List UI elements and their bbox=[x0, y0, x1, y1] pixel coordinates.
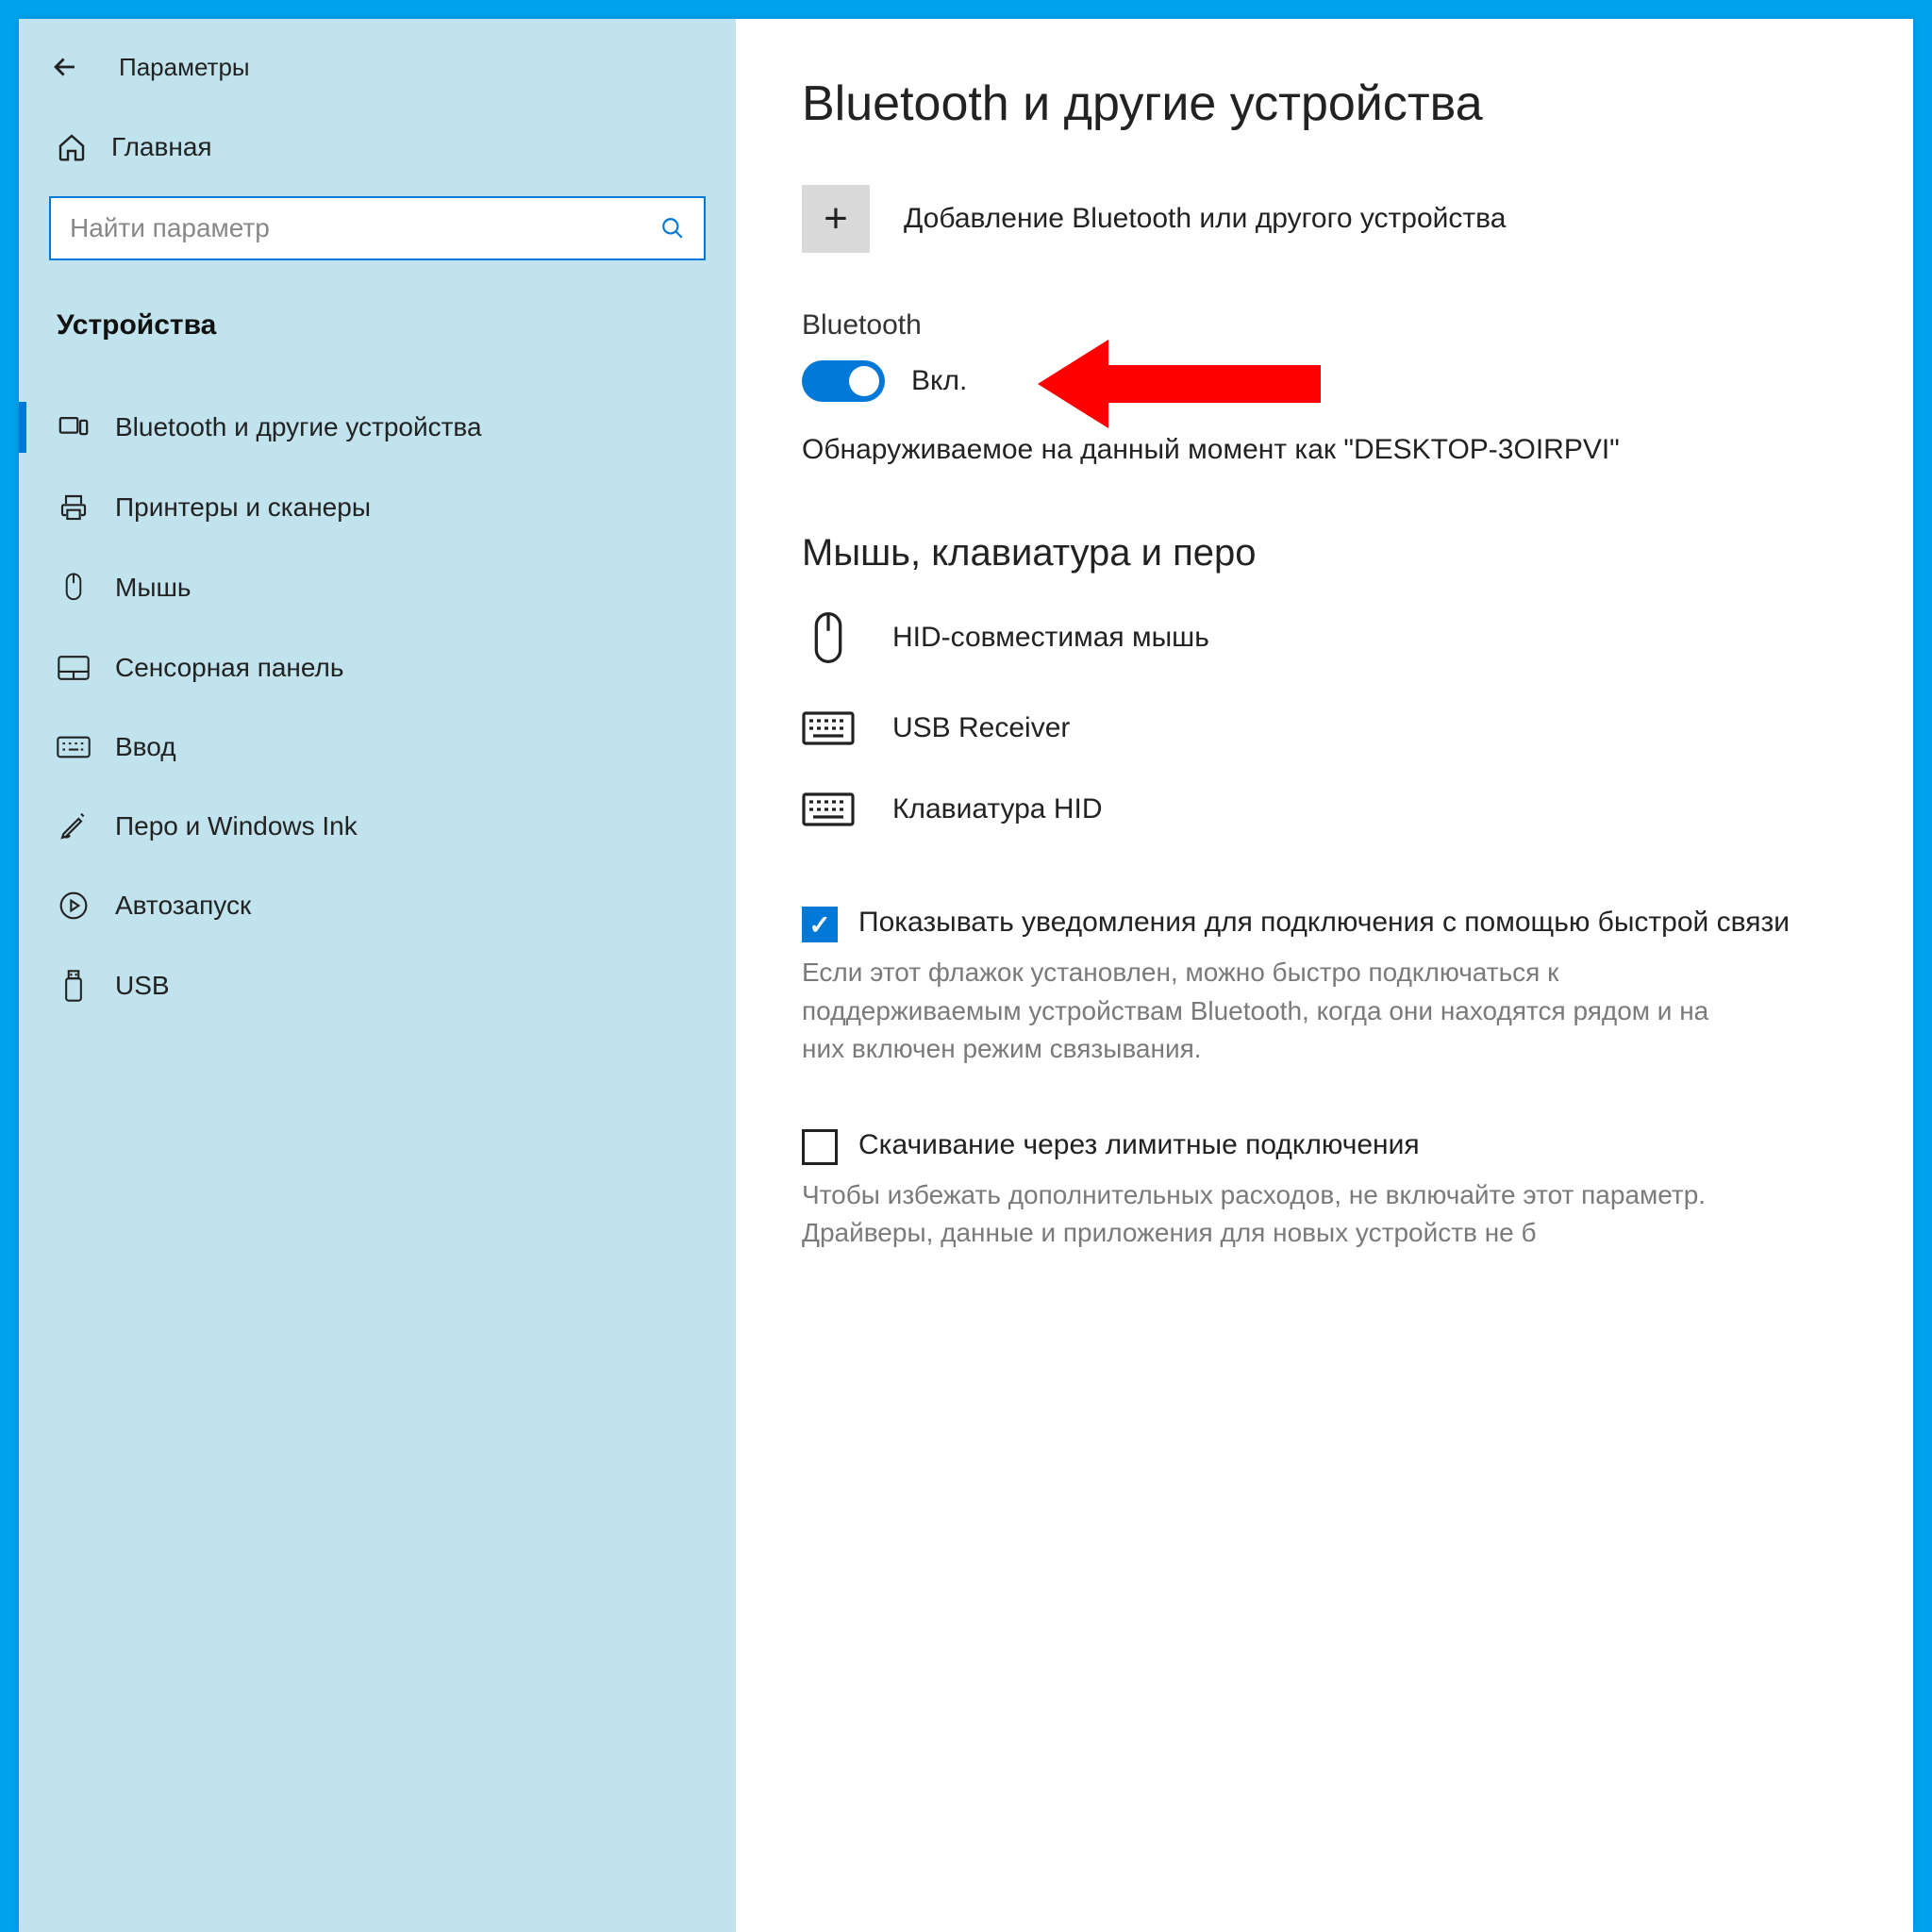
search-box[interactable] bbox=[49, 196, 706, 260]
autoplay-icon bbox=[57, 891, 91, 921]
swift-pair-row: Показывать уведомления для подключения с… bbox=[802, 903, 1857, 942]
printer-icon bbox=[57, 492, 91, 523]
touchpad-icon bbox=[57, 655, 91, 681]
mouse-icon bbox=[57, 572, 91, 604]
home-link[interactable]: Главная bbox=[57, 132, 706, 162]
metered-label: Скачивание через лимитные подключения bbox=[858, 1125, 1420, 1165]
sidebar-item-label: Ввод bbox=[115, 732, 176, 762]
sidebar-item-pen[interactable]: Перо и Windows Ink bbox=[19, 787, 706, 866]
back-button[interactable] bbox=[49, 51, 81, 83]
category-heading: Устройства bbox=[57, 309, 706, 341]
mouse-icon bbox=[802, 610, 855, 665]
device-row[interactable]: USB Receiver bbox=[802, 710, 1857, 746]
search-input[interactable] bbox=[70, 213, 660, 243]
sidebar-item-touchpad[interactable]: Сенсорная панель bbox=[19, 628, 706, 708]
sidebar-item-printers[interactable]: Принтеры и сканеры bbox=[19, 468, 706, 547]
metered-help: Чтобы избежать дополнительных расходов, … bbox=[802, 1176, 1726, 1253]
add-device-button[interactable]: + Добавление Bluetooth или другого устро… bbox=[802, 185, 1857, 253]
home-icon bbox=[57, 132, 87, 162]
sidebar-item-usb[interactable]: USB bbox=[19, 945, 706, 1026]
page-title: Bluetooth и другие устройства bbox=[802, 75, 1857, 132]
settings-window: Параметры Главная Устройства Bluetooth и… bbox=[19, 19, 1913, 1932]
metered-checkbox[interactable] bbox=[802, 1129, 838, 1165]
bluetooth-toggle[interactable] bbox=[802, 360, 885, 402]
keyboard-icon bbox=[802, 710, 855, 746]
search-icon bbox=[660, 216, 685, 241]
sidebar-item-label: Принтеры и сканеры bbox=[115, 492, 371, 523]
bluetooth-toggle-row: Вкл. bbox=[802, 360, 1857, 402]
window-header: Параметры bbox=[49, 51, 706, 83]
devices-icon bbox=[57, 411, 91, 443]
devices-heading: Мышь, клавиатура и перо bbox=[802, 532, 1857, 575]
home-label: Главная bbox=[111, 132, 212, 162]
discoverable-text: Обнаруживаемое на данный момент как "DES… bbox=[802, 434, 1857, 466]
plus-icon: + bbox=[802, 185, 870, 253]
swift-pair-help: Если этот флажок установлен, можно быстр… bbox=[802, 954, 1726, 1069]
bluetooth-toggle-label: Вкл. bbox=[911, 365, 967, 397]
sidebar-item-label: Сенсорная панель bbox=[115, 653, 343, 683]
device-label: Клавиатура HID bbox=[892, 793, 1103, 825]
sidebar-item-label: USB bbox=[115, 971, 170, 1001]
usb-icon bbox=[57, 970, 91, 1002]
metered-row: Скачивание через лимитные подключения bbox=[802, 1125, 1857, 1165]
sidebar-item-autoplay[interactable]: Автозапуск bbox=[19, 866, 706, 945]
add-device-label: Добавление Bluetooth или другого устройс… bbox=[904, 203, 1506, 235]
nav-list: Bluetooth и другие устройства Принтеры и… bbox=[19, 387, 706, 1026]
sidebar-item-bluetooth[interactable]: Bluetooth и другие устройства bbox=[19, 387, 706, 468]
swift-pair-label: Показывать уведомления для подключения с… bbox=[858, 903, 1790, 942]
sidebar-item-label: Мышь bbox=[115, 573, 192, 603]
sidebar-item-label: Перо и Windows Ink bbox=[115, 811, 358, 841]
device-row[interactable]: Клавиатура HID bbox=[802, 791, 1857, 827]
device-label: USB Receiver bbox=[892, 712, 1070, 744]
sidebar-item-label: Bluetooth и другие устройства bbox=[115, 412, 482, 442]
arrow-annotation-icon bbox=[1038, 332, 1321, 436]
sidebar-item-typing[interactable]: Ввод bbox=[19, 708, 706, 787]
keyboard-icon bbox=[802, 791, 855, 827]
sidebar-item-mouse[interactable]: Мышь bbox=[19, 547, 706, 628]
keyboard-icon bbox=[57, 736, 91, 758]
device-row[interactable]: HID-совместимая мышь bbox=[802, 610, 1857, 665]
pen-icon bbox=[57, 811, 91, 841]
window-title: Параметры bbox=[119, 53, 250, 82]
sidebar-item-label: Автозапуск bbox=[115, 891, 251, 921]
bluetooth-section-label: Bluetooth bbox=[802, 309, 1857, 341]
sidebar: Параметры Главная Устройства Bluetooth и… bbox=[19, 19, 736, 1932]
device-label: HID-совместимая мышь bbox=[892, 622, 1209, 654]
main-content: Bluetooth и другие устройства + Добавлен… bbox=[736, 19, 1913, 1932]
swift-pair-checkbox[interactable] bbox=[802, 907, 838, 942]
